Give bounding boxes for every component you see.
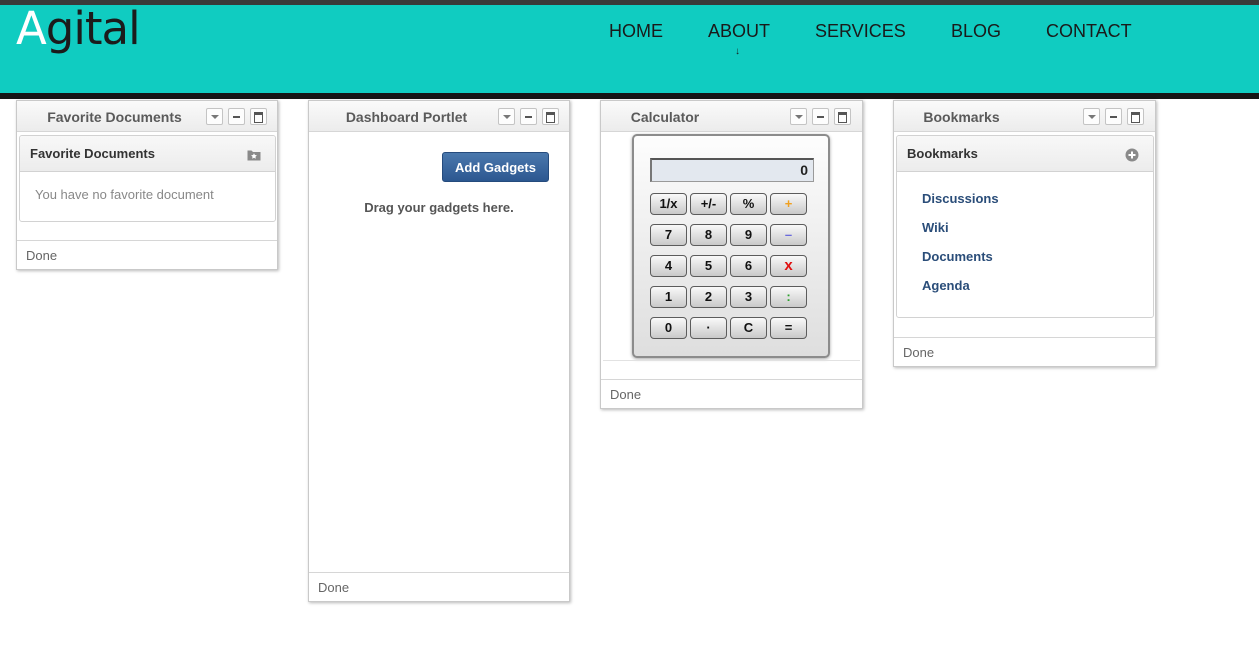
- calc-key-4[interactable]: 4: [650, 255, 687, 277]
- favorites-empty-message: You have no favorite document: [35, 187, 214, 202]
- calc-key-9[interactable]: 9: [730, 224, 767, 246]
- portlet-minimize-icon[interactable]: [1105, 108, 1122, 125]
- calculator-display: 0: [650, 158, 814, 182]
- site-logo[interactable]: Agital: [16, 0, 141, 61]
- calc-key-equals[interactable]: =: [770, 317, 807, 339]
- portlet-maximize-icon[interactable]: [1127, 108, 1144, 125]
- bookmarks-box-title: Bookmarks: [907, 146, 978, 161]
- portlet-title: Calculator: [630, 109, 700, 125]
- bookmark-wiki-link[interactable]: Wiki: [922, 220, 949, 235]
- calc-key-0[interactable]: 0: [650, 317, 687, 339]
- portlet-maximize-icon[interactable]: [250, 108, 267, 125]
- nav-services[interactable]: SERVICES: [815, 21, 906, 42]
- calc-key-minus[interactable]: –: [770, 224, 807, 246]
- portlet-header[interactable]: Calculator: [601, 101, 862, 132]
- bookmarks-portlet: Bookmarks Bookmarks Discussions Wiki Doc…: [893, 100, 1156, 367]
- portlet-status: Done: [309, 572, 569, 601]
- calc-key-decimal[interactable]: ·: [690, 317, 727, 339]
- header-divider: [0, 93, 1259, 99]
- nav-home[interactable]: HOME: [609, 21, 663, 42]
- portlet-status: Done: [601, 379, 862, 408]
- portlet-header[interactable]: Bookmarks: [894, 101, 1155, 132]
- portlet-minimize-icon[interactable]: [520, 108, 537, 125]
- calc-key-percent[interactable]: %: [730, 193, 767, 215]
- portlet-menu-dropdown-icon[interactable]: [790, 108, 807, 125]
- favorites-box-title: Favorite Documents: [30, 146, 155, 161]
- portlet-menu-dropdown-icon[interactable]: [206, 108, 223, 125]
- calc-key-8[interactable]: 8: [690, 224, 727, 246]
- about-caret-icon: ↓: [735, 46, 740, 57]
- calc-key-divide[interactable]: :: [770, 286, 807, 308]
- portlet-minimize-icon[interactable]: [812, 108, 829, 125]
- calc-key-3[interactable]: 3: [730, 286, 767, 308]
- portlet-title: Bookmarks: [923, 109, 1000, 125]
- calc-key-multiply[interactable]: x: [770, 255, 807, 277]
- nav-contact[interactable]: CONTACT: [1046, 21, 1132, 42]
- add-bookmark-icon[interactable]: [1125, 148, 1139, 162]
- portlet-minimize-icon[interactable]: [228, 108, 245, 125]
- portlet-menu-dropdown-icon[interactable]: [498, 108, 515, 125]
- calc-key-reciprocal[interactable]: 1/x: [650, 193, 687, 215]
- calc-key-5[interactable]: 5: [690, 255, 727, 277]
- bookmarks-box: Bookmarks Discussions Wiki Documents Age…: [896, 135, 1154, 318]
- calc-key-7[interactable]: 7: [650, 224, 687, 246]
- favorite-folder-icon[interactable]: [247, 148, 261, 161]
- favorite-documents-portlet: Favorite Documents Favorite Documents Yo…: [16, 100, 278, 270]
- calc-key-1[interactable]: 1: [650, 286, 687, 308]
- dashboard-portlet: Dashboard Portlet Add Gadgets Drag your …: [308, 100, 570, 602]
- portlet-title: Dashboard Portlet: [345, 109, 468, 125]
- portlet-title: Favorite Documents: [47, 109, 182, 125]
- calc-key-negate[interactable]: +/-: [690, 193, 727, 215]
- portlet-status: Done: [894, 337, 1155, 366]
- favorites-box-header: Favorite Documents: [20, 136, 275, 172]
- calc-key-plus[interactable]: +: [770, 193, 807, 215]
- bookmarks-box-header: Bookmarks: [897, 136, 1153, 172]
- calculator-divider: [603, 360, 860, 361]
- calc-key-2[interactable]: 2: [690, 286, 727, 308]
- portlet-maximize-icon[interactable]: [542, 108, 559, 125]
- calculator-body: 0 1/x +/-% +7 8 9–4 5 6 x 1 2 3:0 · C =: [632, 134, 830, 358]
- site-header: Agital HOME ABOUT ↓ SERVICES BLOG CONTAC…: [0, 2, 1259, 93]
- add-gadgets-button[interactable]: Add Gadgets: [442, 152, 549, 182]
- portlet-maximize-icon[interactable]: [834, 108, 851, 125]
- drag-gadgets-hint: Drag your gadgets here.: [364, 200, 514, 215]
- bookmark-documents-link[interactable]: Documents: [922, 249, 993, 264]
- portlet-status: Done: [17, 240, 277, 269]
- portlet-header[interactable]: Dashboard Portlet: [309, 101, 569, 132]
- portlet-menu-dropdown-icon[interactable]: [1083, 108, 1100, 125]
- calc-key-6[interactable]: 6: [730, 255, 767, 277]
- nav-about[interactable]: ABOUT: [708, 21, 770, 42]
- calculator-portlet: Calculator 0 1/x +/-% +7 8 9–4 5 6 x 1 2 3:0 · C = Do…: [600, 100, 863, 409]
- nav-blog[interactable]: BLOG: [951, 21, 1001, 42]
- favorites-box: Favorite Documents You have no favorite …: [19, 135, 276, 222]
- bookmark-agenda-link[interactable]: Agenda: [922, 278, 970, 293]
- calc-key-clear[interactable]: C: [730, 317, 767, 339]
- portlet-header[interactable]: Favorite Documents: [17, 101, 277, 132]
- bookmark-discussions-link[interactable]: Discussions: [922, 191, 999, 206]
